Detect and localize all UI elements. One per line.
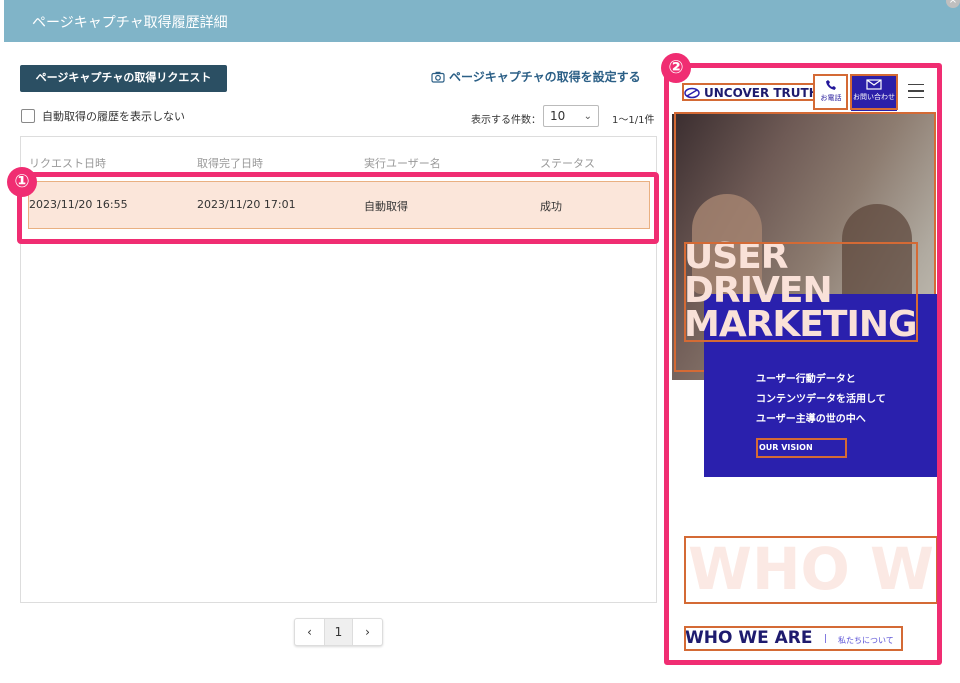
result-range: 1〜1/1件 <box>612 115 655 126</box>
outline-box <box>813 74 848 110</box>
cell-completed: 2023/11/20 17:01 <box>197 198 296 211</box>
col-status: ステータス <box>540 157 595 170</box>
history-table: リクエスト日時 取得完了日時 実行ユーザー名 ステータス 2023/11/20 … <box>20 136 657 603</box>
page-1-button[interactable]: 1 <box>324 619 353 645</box>
hamburger-menu-icon[interactable] <box>908 84 924 98</box>
dialog-header: ページキャプチャ取得履歴詳細 <box>4 0 960 42</box>
capture-settings-link[interactable]: ページキャプチャの取得を設定する <box>431 68 641 85</box>
col-user-name: 実行ユーザー名 <box>364 157 441 170</box>
chevron-down-icon: ⌄ <box>583 111 592 122</box>
outline-box <box>684 536 938 604</box>
prev-page-button[interactable]: ‹ <box>295 619 324 645</box>
hero-sub-line: コンテンツデータを活用して <box>756 394 886 405</box>
annotation-badge-1: ① <box>7 167 37 197</box>
outline-box <box>850 74 898 110</box>
outline-box <box>682 83 815 101</box>
hide-auto-history-label: 自動取得の履歴を表示しない <box>42 110 185 123</box>
dialog-title: ページキャプチャ取得履歴詳細 <box>32 15 228 31</box>
hide-auto-history-checkbox[interactable]: 自動取得の履歴を表示しない <box>21 108 185 124</box>
checkbox-box[interactable] <box>21 109 35 123</box>
our-vision-button[interactable]: OUR VISION <box>756 438 847 458</box>
hero-sub-line: ユーザー行動データと <box>756 374 856 385</box>
capture-settings-label: ページキャプチャの取得を設定する <box>449 70 641 84</box>
capture-preview: UNCOVER TRUTH お電話 お問い合わせ USER DRIVEN MAR… <box>668 66 941 664</box>
cell-requested: 2023/11/20 16:55 <box>29 198 128 211</box>
per-page-select[interactable]: 10 ⌄ <box>543 105 599 127</box>
next-page-button[interactable]: › <box>353 619 382 645</box>
cell-user: 自動取得 <box>364 200 408 213</box>
hero-subtext: ユーザー行動データと コンテンツデータを活用して ユーザー主導の世の中へ <box>756 370 886 430</box>
annotation-badge-2: ② <box>661 53 691 83</box>
camera-icon <box>431 71 445 83</box>
col-request-datetime: リクエスト日時 <box>29 157 106 170</box>
table-row[interactable]: 2023/11/20 16:55 2023/11/20 17:01 自動取得 成… <box>28 181 650 229</box>
outline-box <box>684 242 918 342</box>
cell-status: 成功 <box>540 200 562 213</box>
per-page-label: 表示する件数： <box>471 115 541 126</box>
col-completed-datetime: 取得完了日時 <box>197 157 263 170</box>
per-page-value: 10 <box>550 109 566 123</box>
outline-box <box>684 626 903 651</box>
capture-request-button[interactable]: ページキャプチャの取得リクエスト <box>20 65 227 92</box>
hero-sub-line: ユーザー主導の世の中へ <box>756 414 866 425</box>
pagination: ‹ 1 › <box>294 618 383 646</box>
